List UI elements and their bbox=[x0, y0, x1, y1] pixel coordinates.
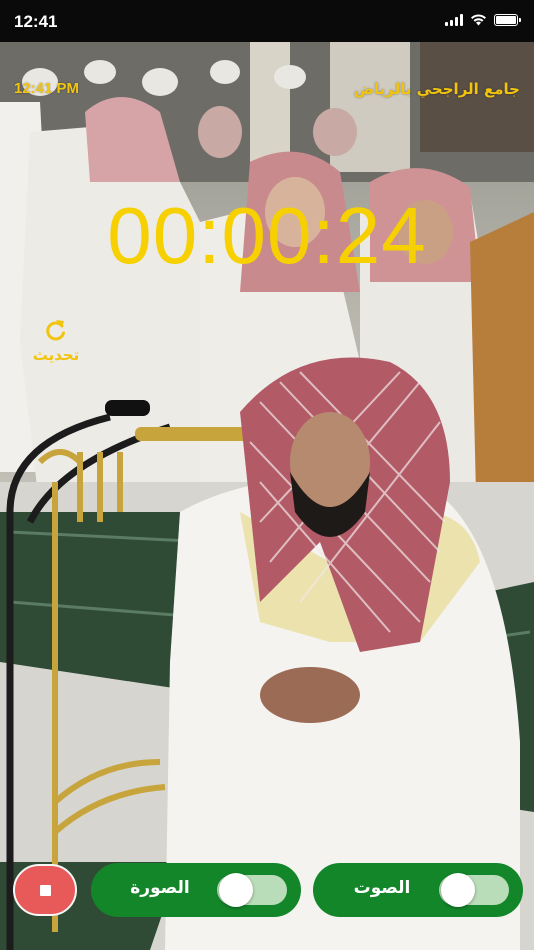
sound-toggle-control: الصوت bbox=[313, 863, 523, 917]
sound-toggle-knob bbox=[441, 873, 475, 907]
refresh-label: تحديث bbox=[32, 346, 80, 364]
stream-timer: 00:00:24 bbox=[107, 191, 427, 280]
image-toggle-control: الصورة bbox=[91, 863, 301, 917]
mosque-name: جامع الراجحي بالرياض bbox=[353, 80, 520, 98]
status-bar: 12:41 bbox=[0, 0, 534, 42]
refresh-button[interactable]: تحديث bbox=[26, 318, 86, 364]
video-frame-image bbox=[0, 42, 534, 950]
image-toggle-switch[interactable] bbox=[217, 873, 287, 907]
app-screen: 12:41 12:41 PM جامع الراجحي بالرياض 00:0… bbox=[0, 0, 534, 950]
status-icons bbox=[445, 13, 521, 26]
image-toggle-knob bbox=[219, 873, 253, 907]
battery-icon bbox=[494, 13, 521, 26]
stop-button[interactable] bbox=[13, 864, 77, 916]
wifi-icon bbox=[471, 14, 486, 26]
refresh-icon bbox=[46, 320, 65, 341]
video-stream[interactable] bbox=[0, 42, 534, 950]
overlay-clock: 12:41 PM bbox=[14, 80, 80, 97]
stop-icon bbox=[39, 884, 51, 896]
sound-toggle-switch[interactable] bbox=[439, 873, 509, 907]
status-time: 12:41 bbox=[14, 12, 58, 31]
signal-icon bbox=[445, 13, 463, 26]
image-toggle-label: الصورة bbox=[130, 878, 190, 898]
sound-toggle-label: الصوت bbox=[353, 878, 411, 898]
